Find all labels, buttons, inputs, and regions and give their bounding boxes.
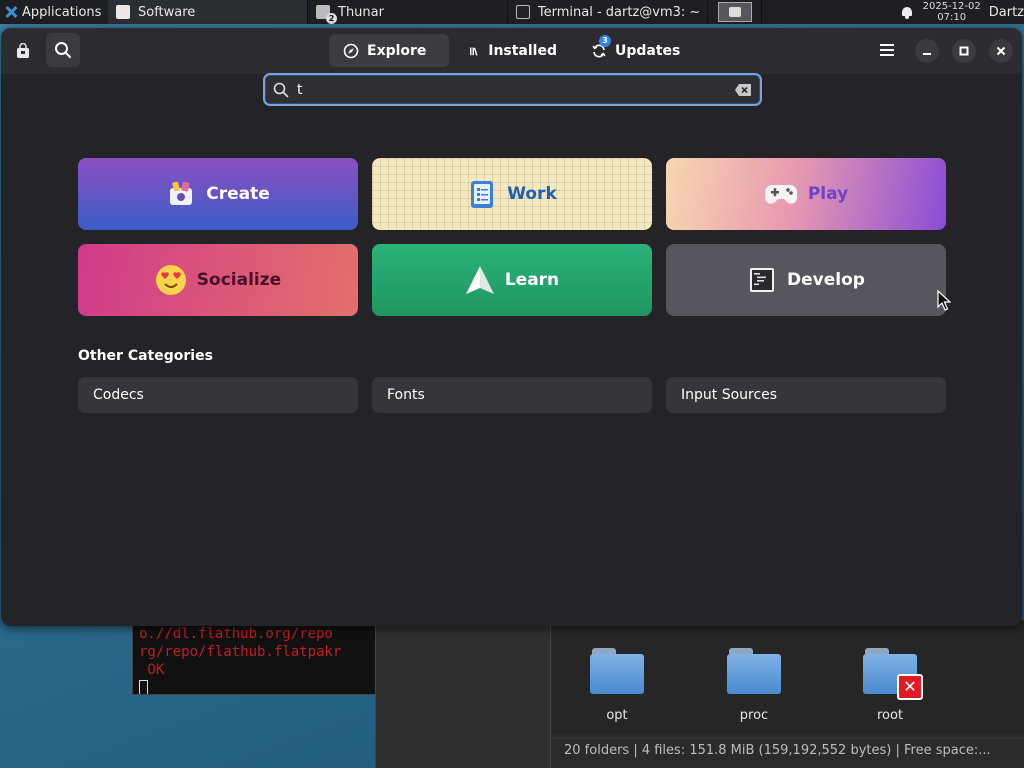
tab-label: Updates bbox=[615, 42, 681, 59]
category-codecs[interactable]: Codecs bbox=[78, 377, 358, 413]
top-panel: Applications Software 2 Thunar Terminal … bbox=[0, 0, 1024, 24]
clock-date: 2025-12-02 bbox=[922, 1, 981, 12]
create-icon bbox=[166, 179, 196, 209]
terminal-cursor bbox=[139, 680, 148, 694]
taskbar-item-thunar[interactable]: 2 Thunar bbox=[308, 0, 508, 24]
category-label: Input Sources bbox=[681, 387, 778, 403]
search-input[interactable] bbox=[297, 81, 726, 98]
terminal-app-icon bbox=[516, 5, 530, 19]
search-icon bbox=[273, 82, 289, 97]
folder-label: proc bbox=[739, 708, 769, 723]
terminal-line: o.//dl.flathub.org/repo bbox=[139, 626, 333, 642]
minimize-button[interactable] bbox=[915, 39, 939, 63]
category-input-sources[interactable]: Input Sources bbox=[666, 377, 946, 413]
category-label: Create bbox=[206, 184, 270, 204]
category-play[interactable]: Play bbox=[666, 158, 946, 230]
tab-label: Explore bbox=[367, 42, 427, 59]
folder-label: opt bbox=[606, 708, 628, 723]
work-icon bbox=[467, 179, 497, 209]
updates-count-badge: 3 bbox=[599, 34, 611, 47]
minimize-icon bbox=[923, 53, 931, 55]
search-bar[interactable] bbox=[263, 73, 762, 106]
tab-explore[interactable]: Explore bbox=[329, 34, 449, 67]
tab-label: Installed bbox=[488, 42, 557, 59]
category-label: Develop bbox=[787, 270, 865, 290]
user-menu[interactable]: Dartz bbox=[989, 5, 1024, 20]
thunar-statusbar: 20 folders | 4 files: 151.8 MiB (159,192… bbox=[552, 738, 1024, 764]
software-bag-icon bbox=[17, 43, 29, 58]
updates-icon-wrap: 3 bbox=[591, 34, 611, 59]
thunar-sidebar[interactable] bbox=[376, 620, 551, 768]
notification-bell-icon[interactable] bbox=[901, 6, 913, 19]
applications-label: Applications bbox=[22, 4, 102, 20]
folder-label: root bbox=[876, 708, 904, 723]
other-categories-heading: Other Categories bbox=[78, 348, 213, 364]
software-window: Explore Installed 3 Updates t Create Wor… bbox=[1, 28, 1022, 626]
app-icon-button[interactable] bbox=[6, 34, 40, 68]
taskbar-item-software[interactable]: Software bbox=[108, 0, 308, 24]
terminal-line: OK bbox=[139, 662, 165, 678]
workspace-switcher[interactable] bbox=[708, 0, 762, 24]
taskbar-item-label: Software bbox=[138, 4, 196, 20]
category-label: Play bbox=[807, 184, 849, 204]
taskbar-item-label: Terminal - dartz@vm3: ~ bbox=[537, 4, 699, 20]
taskbar-item-terminal[interactable]: Terminal - dartz@vm3: ~ bbox=[508, 0, 708, 24]
software-mini-icon bbox=[728, 7, 741, 17]
taskbar-item-label: Thunar bbox=[338, 4, 384, 20]
maximize-icon bbox=[959, 46, 969, 56]
search-icon bbox=[55, 42, 71, 58]
clear-search-icon[interactable] bbox=[734, 83, 752, 97]
compass-icon bbox=[343, 43, 359, 58]
main-menu-button[interactable] bbox=[870, 33, 904, 67]
maximize-button[interactable] bbox=[952, 39, 976, 63]
category-label: Codecs bbox=[93, 387, 144, 403]
gamepad-icon bbox=[764, 179, 798, 209]
code-editor-icon bbox=[747, 265, 777, 295]
category-learn[interactable]: Learn bbox=[372, 244, 652, 316]
category-label: Socialize bbox=[196, 270, 282, 290]
window-count-badge: 2 bbox=[326, 13, 337, 24]
close-icon bbox=[996, 46, 1006, 56]
close-button[interactable] bbox=[989, 39, 1013, 63]
paper-plane-icon bbox=[465, 265, 495, 295]
folder-icon: ✕ bbox=[863, 648, 923, 700]
terminal-window[interactable]: o.//dl.flathub.org/repo rg/repo/flathub.… bbox=[132, 620, 377, 695]
folder-proc[interactable]: proc bbox=[714, 648, 794, 723]
thunar-file-view[interactable]: opt proc ✕ root bbox=[552, 620, 1024, 735]
terminal-line: rg/repo/flathub.flatpakr bbox=[139, 644, 342, 660]
software-app-icon bbox=[116, 5, 130, 19]
mouse-pointer-icon bbox=[937, 290, 951, 311]
tab-updates[interactable]: 3 Updates bbox=[577, 34, 693, 67]
workspace-1-preview[interactable] bbox=[717, 2, 752, 22]
hamburger-menu-icon bbox=[880, 44, 894, 56]
thunar-window[interactable]: opt proc ✕ root 20 folders | 4 files: 15… bbox=[375, 620, 1024, 768]
panel-clock[interactable]: 2025-12-02 07:10 bbox=[923, 1, 981, 23]
category-develop[interactable]: Develop bbox=[666, 244, 946, 316]
category-socialize[interactable]: Socialize bbox=[78, 244, 358, 316]
search-toggle-button[interactable] bbox=[46, 33, 80, 67]
heart-eyes-emoji-icon bbox=[155, 264, 187, 296]
category-label: Learn bbox=[504, 270, 560, 290]
library-icon bbox=[470, 46, 478, 56]
clock-time: 07:10 bbox=[937, 12, 967, 23]
folder-icon bbox=[590, 648, 644, 694]
folder-opt[interactable]: opt bbox=[577, 648, 657, 723]
category-work[interactable]: Work bbox=[372, 158, 652, 230]
category-create[interactable]: Create bbox=[78, 158, 358, 230]
tab-installed[interactable]: Installed bbox=[455, 34, 571, 67]
no-access-icon: ✕ bbox=[897, 674, 923, 700]
header-bar: Explore Installed 3 Updates bbox=[1, 28, 1022, 74]
xfce-logo-icon bbox=[4, 5, 18, 19]
folder-icon bbox=[727, 648, 781, 694]
folder-root[interactable]: ✕ root bbox=[850, 648, 930, 723]
category-label: Fonts bbox=[387, 387, 425, 403]
category-label: Work bbox=[507, 184, 557, 204]
applications-menu[interactable]: Applications bbox=[0, 5, 108, 20]
category-fonts[interactable]: Fonts bbox=[372, 377, 652, 413]
